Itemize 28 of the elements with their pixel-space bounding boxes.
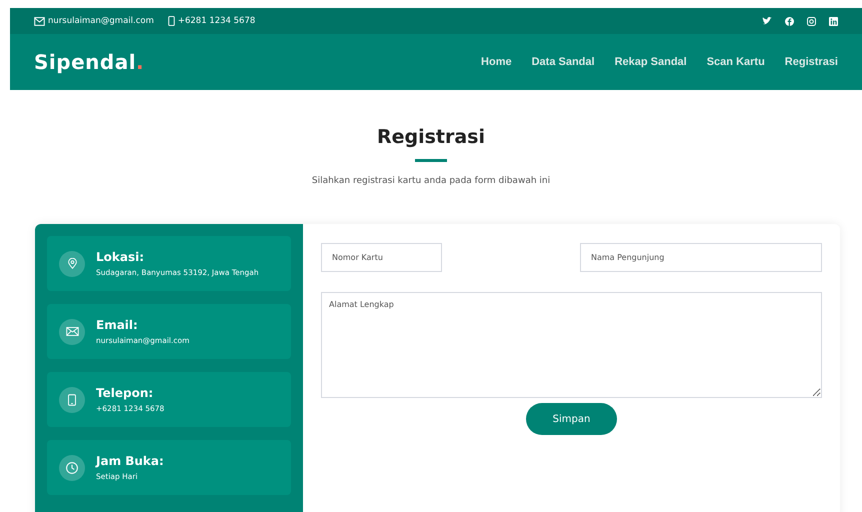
card-number-field[interactable]: Nomor Kartu bbox=[321, 243, 442, 272]
info-title: Email: bbox=[96, 318, 139, 332]
envelope-icon bbox=[66, 327, 78, 336]
phone-icon bbox=[68, 394, 76, 406]
linkedin-icon[interactable] bbox=[829, 16, 838, 26]
email-text: nursulaiman@gmail.com bbox=[48, 16, 154, 26]
address-field[interactable]: Alamat Lengkap bbox=[321, 292, 822, 398]
nav-link[interactable]: Data Sandal bbox=[532, 56, 595, 68]
phone-text: +6281 1234 5678 bbox=[178, 16, 256, 26]
location-pin-icon bbox=[68, 258, 76, 269]
save-button[interactable]: Simpan bbox=[526, 403, 617, 435]
phone-icon bbox=[168, 16, 175, 26]
site-logo[interactable]: Sipendal. bbox=[34, 50, 144, 74]
info-title: Lokasi: bbox=[96, 250, 146, 264]
instagram-icon[interactable] bbox=[807, 16, 816, 26]
nav-link[interactable]: Scan Kartu bbox=[706, 56, 765, 68]
section-subtitle: Silahkan registrasi kartu anda pada form dibawah ini bbox=[310, 176, 552, 186]
info-title: Jam Buka: bbox=[96, 454, 164, 468]
facebook-icon[interactable] bbox=[785, 16, 794, 26]
nav-link[interactable]: Rekap Sandal bbox=[614, 56, 687, 68]
section-title: Registrasi bbox=[376, 126, 486, 148]
clock-icon bbox=[66, 462, 78, 474]
nav-link[interactable]: Registrasi bbox=[784, 56, 838, 68]
envelope-icon bbox=[34, 16, 45, 26]
info-title: Telepon: bbox=[96, 386, 154, 400]
twitter-icon[interactable] bbox=[762, 17, 772, 25]
nav-link[interactable]: Home bbox=[481, 56, 512, 68]
visitor-name-field[interactable]: Nama Pengunjung bbox=[580, 243, 822, 272]
